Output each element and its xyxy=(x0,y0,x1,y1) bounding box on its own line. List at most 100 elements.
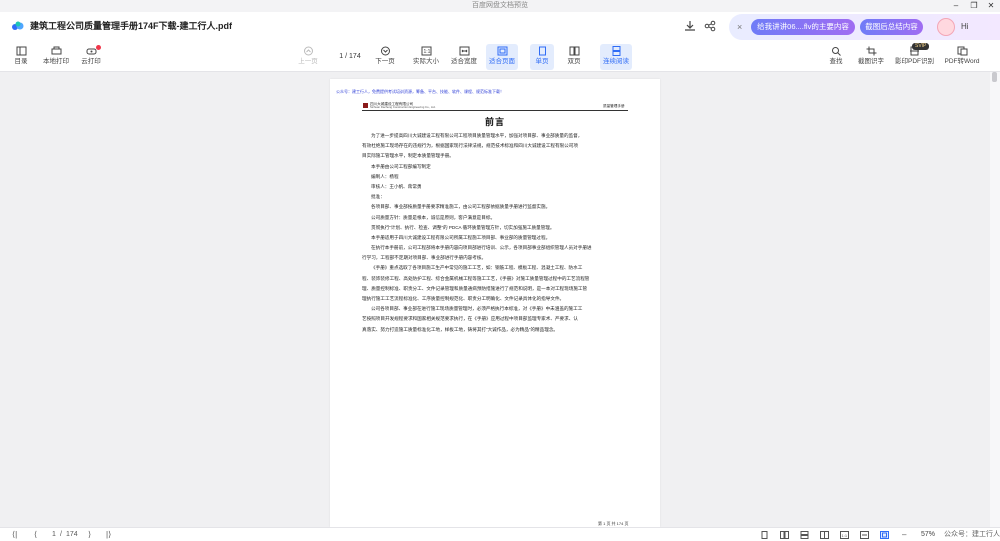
watermark-text: 公众号：建工行人 xyxy=(944,531,1000,538)
double-page-icon xyxy=(569,46,579,56)
page-text-line: 本手册适用于四川大诚建设工程有限公司所属工程施工项目部、事业部的质量管理过程。 xyxy=(371,234,551,240)
page-text-line: 有效杜绝施工现场存在的违规行为，根据国家现行法律法规，规范技术标准和四川大诚建设… xyxy=(362,143,578,149)
status-next-button[interactable]: ⟩ xyxy=(88,529,91,541)
status-bar: ⟨| ⟨ 1 / 174 ⟩ |⟩ 1:1 – 57% 公众号：建工行人 xyxy=(0,527,1000,541)
vertical-scrollbar[interactable]: ▲ xyxy=(990,72,1000,527)
page-text-line: 程、装饰装修工程、高处防护工程、综合金属机械工程等施工工艺，《手册》对施工质量管… xyxy=(362,275,590,281)
pdf-to-word-button[interactable]: PDF转Word xyxy=(943,44,981,70)
ai-assistant-avatar[interactable] xyxy=(937,18,955,36)
document-header: 建筑工程公司质量管理手册174F下载-建工行人.pdf × 给我讲讲06....… xyxy=(0,12,1000,42)
document-title: 建筑工程公司质量管理手册174F下载-建工行人.pdf xyxy=(30,21,233,31)
page-current: 1 xyxy=(339,53,344,60)
last-page-button[interactable]: |⟩ xyxy=(106,529,111,541)
page-text-line: 本手册由公司工程部编写制定 xyxy=(371,163,431,169)
baidu-netdisk-cloud-icon xyxy=(12,21,24,30)
fit-width-button[interactable]: 适合宽度 xyxy=(449,44,479,70)
status-page-current[interactable]: 1 xyxy=(52,529,56,541)
page-text-line: 理执行施工工艺流程标准化、工序质量控制规范化、职责分工明确化、文件记录具体化的指… xyxy=(362,296,565,301)
find-button[interactable]: 查找 xyxy=(825,44,847,70)
status-prev-button[interactable]: ⟨ xyxy=(34,529,37,541)
page-text-line: 各项目部、事业部按质量手册要求精准施工，由公司工程部依据质量手册进行监督实施。 xyxy=(371,204,551,210)
page-company-name-en: Sichuan Dacheng Construction Engineering… xyxy=(370,105,436,109)
page-text-line: 编制人：杨程 xyxy=(371,173,399,179)
viewer-toolbar: 目录 本地打印 云打印 上一页 下一页 1:1 实际大小 适合宽度 适合页面 单… xyxy=(0,42,1000,72)
document-viewer[interactable]: 公众号：建工行人，免费提供考试培训资源，筹备、平台、技能、软件、课程、规范标准下… xyxy=(0,72,990,527)
single-page-label: 单页 xyxy=(535,58,549,65)
company-logo-icon xyxy=(363,103,368,108)
status-page-separator: / xyxy=(60,531,62,538)
page-number-input[interactable]: 1 / 174 xyxy=(330,50,370,64)
share-icon[interactable] xyxy=(703,19,717,33)
actual-size-label: 实际大小 xyxy=(413,58,439,65)
page-header-right: 质量管理手册 xyxy=(603,104,625,108)
convert-document-icon xyxy=(957,46,967,56)
ai-panel-close-icon[interactable]: × xyxy=(737,21,742,33)
cloud-print-label: 云打印 xyxy=(81,58,101,65)
close-window-button[interactable]: ✕ xyxy=(983,0,999,12)
grid-view-icon[interactable] xyxy=(820,531,829,539)
find-label: 查找 xyxy=(829,58,843,65)
cloud-printer-icon xyxy=(86,48,96,55)
ai-screenshot-summary-button[interactable]: 截图后总结内容 xyxy=(860,19,923,35)
fit-page-icon xyxy=(497,46,507,56)
zoom-out-button[interactable]: – xyxy=(902,529,906,541)
page-text-line: 公司质量方针：质量是根本，诚信是原则，客户满意是目标。 xyxy=(371,214,496,220)
page-text-line: 理、质量控制标准、职责分工、文件记录管理和质量通病预防措施进行了规范和说明，是一… xyxy=(362,285,588,291)
download-icon[interactable] xyxy=(683,19,697,33)
double-page-button[interactable]: 双页 xyxy=(562,44,586,70)
toc-button[interactable]: 目录 xyxy=(9,44,33,70)
next-page-button[interactable]: 下一页 xyxy=(373,44,397,70)
fit-width-label: 适合宽度 xyxy=(451,58,477,65)
first-page-button[interactable]: ⟨| xyxy=(12,529,17,541)
svg-text:1:1: 1:1 xyxy=(423,49,430,55)
continuous-view-icon[interactable] xyxy=(800,531,809,539)
actual-size-view-icon[interactable]: 1:1 xyxy=(840,531,849,539)
status-page-total: 174 xyxy=(66,531,78,538)
local-print-button[interactable]: 本地打印 xyxy=(40,44,72,70)
page-total: 174 xyxy=(349,53,361,60)
page-text-line: 《手册》重点选取了各项目施工生产中常见的施工工艺，如：钢筋工程、模板工程、混凝土… xyxy=(371,265,583,271)
local-print-label: 本地打印 xyxy=(43,58,69,65)
page-header-rule xyxy=(362,110,628,111)
page-text-line: 在执行本手册前，公司工程部将本手册内容向项目部进行培训、公示，各项目部事业部组织… xyxy=(371,245,592,251)
page-text-line: 艺按照项目开发规程要求和国家相关规范要求执行，在《手册》应用过程中项目部监理专家… xyxy=(362,316,578,322)
maximize-button[interactable]: ❐ xyxy=(966,0,982,12)
svip-badge: SVIP xyxy=(912,43,930,50)
toc-icon xyxy=(16,46,26,56)
crop-icon xyxy=(866,46,876,56)
page-separator: / xyxy=(345,53,348,60)
pdf-page: 公众号：建工行人，免费提供考试培训资源，筹备、平台、技能、软件、课程、规范标准下… xyxy=(330,79,660,527)
continuous-reading-button[interactable]: 连续阅读 xyxy=(600,44,632,70)
page-heading: 前言 xyxy=(484,117,505,127)
actual-size-button[interactable]: 1:1 实际大小 xyxy=(411,44,441,70)
minimize-button[interactable]: – xyxy=(948,0,964,12)
toc-label: 目录 xyxy=(14,58,28,65)
scrollbar-thumb[interactable] xyxy=(992,72,997,82)
page-text-line: 批准： xyxy=(371,194,385,200)
fit-page-label: 适合页面 xyxy=(489,58,515,65)
scanned-pdf-ocr-label: 影印PDF识别 xyxy=(895,58,934,65)
printer-icon xyxy=(51,46,61,55)
page-text-line: 为了进一步提高四川大诚建设工程有限公司工程项目质量管理水平，加强对项目部、事业部… xyxy=(371,133,583,138)
continuous-reading-label: 连续阅读 xyxy=(603,58,629,65)
single-page-button[interactable]: 单页 xyxy=(530,44,554,70)
ai-suggestion-summary-button[interactable]: 给我讲讲06....flv的主要内容 xyxy=(751,19,855,35)
zoom-level: 57% xyxy=(921,531,936,538)
ai-greeting[interactable]: Hi xyxy=(961,21,969,33)
fit-width-view-icon[interactable] xyxy=(860,531,869,539)
continuous-scroll-icon xyxy=(612,46,620,56)
screenshot-ocr-label: 截图识字 xyxy=(858,58,884,65)
screenshot-ocr-button[interactable]: 截图识字 xyxy=(856,44,886,70)
double-page-view-icon[interactable] xyxy=(780,531,789,539)
prev-page-button[interactable]: 上一页 xyxy=(296,44,320,70)
single-page-view-icon[interactable] xyxy=(760,531,769,539)
search-icon xyxy=(831,47,841,56)
svg-text:1:1: 1:1 xyxy=(842,533,848,538)
pdf-to-word-label: PDF转Word xyxy=(944,58,980,65)
window-title: 百度网盘文档预览 xyxy=(472,2,528,9)
fit-width-icon xyxy=(459,46,469,56)
page-text-line: 公司各项目部、事业部在进行施工现场质量管理时，必须严格执行本标准，对《手册》中未… xyxy=(371,306,583,312)
fit-page-view-icon[interactable] xyxy=(880,531,889,539)
arrow-down-circle-icon xyxy=(380,46,390,56)
fit-page-button[interactable]: 适合页面 xyxy=(486,44,518,70)
